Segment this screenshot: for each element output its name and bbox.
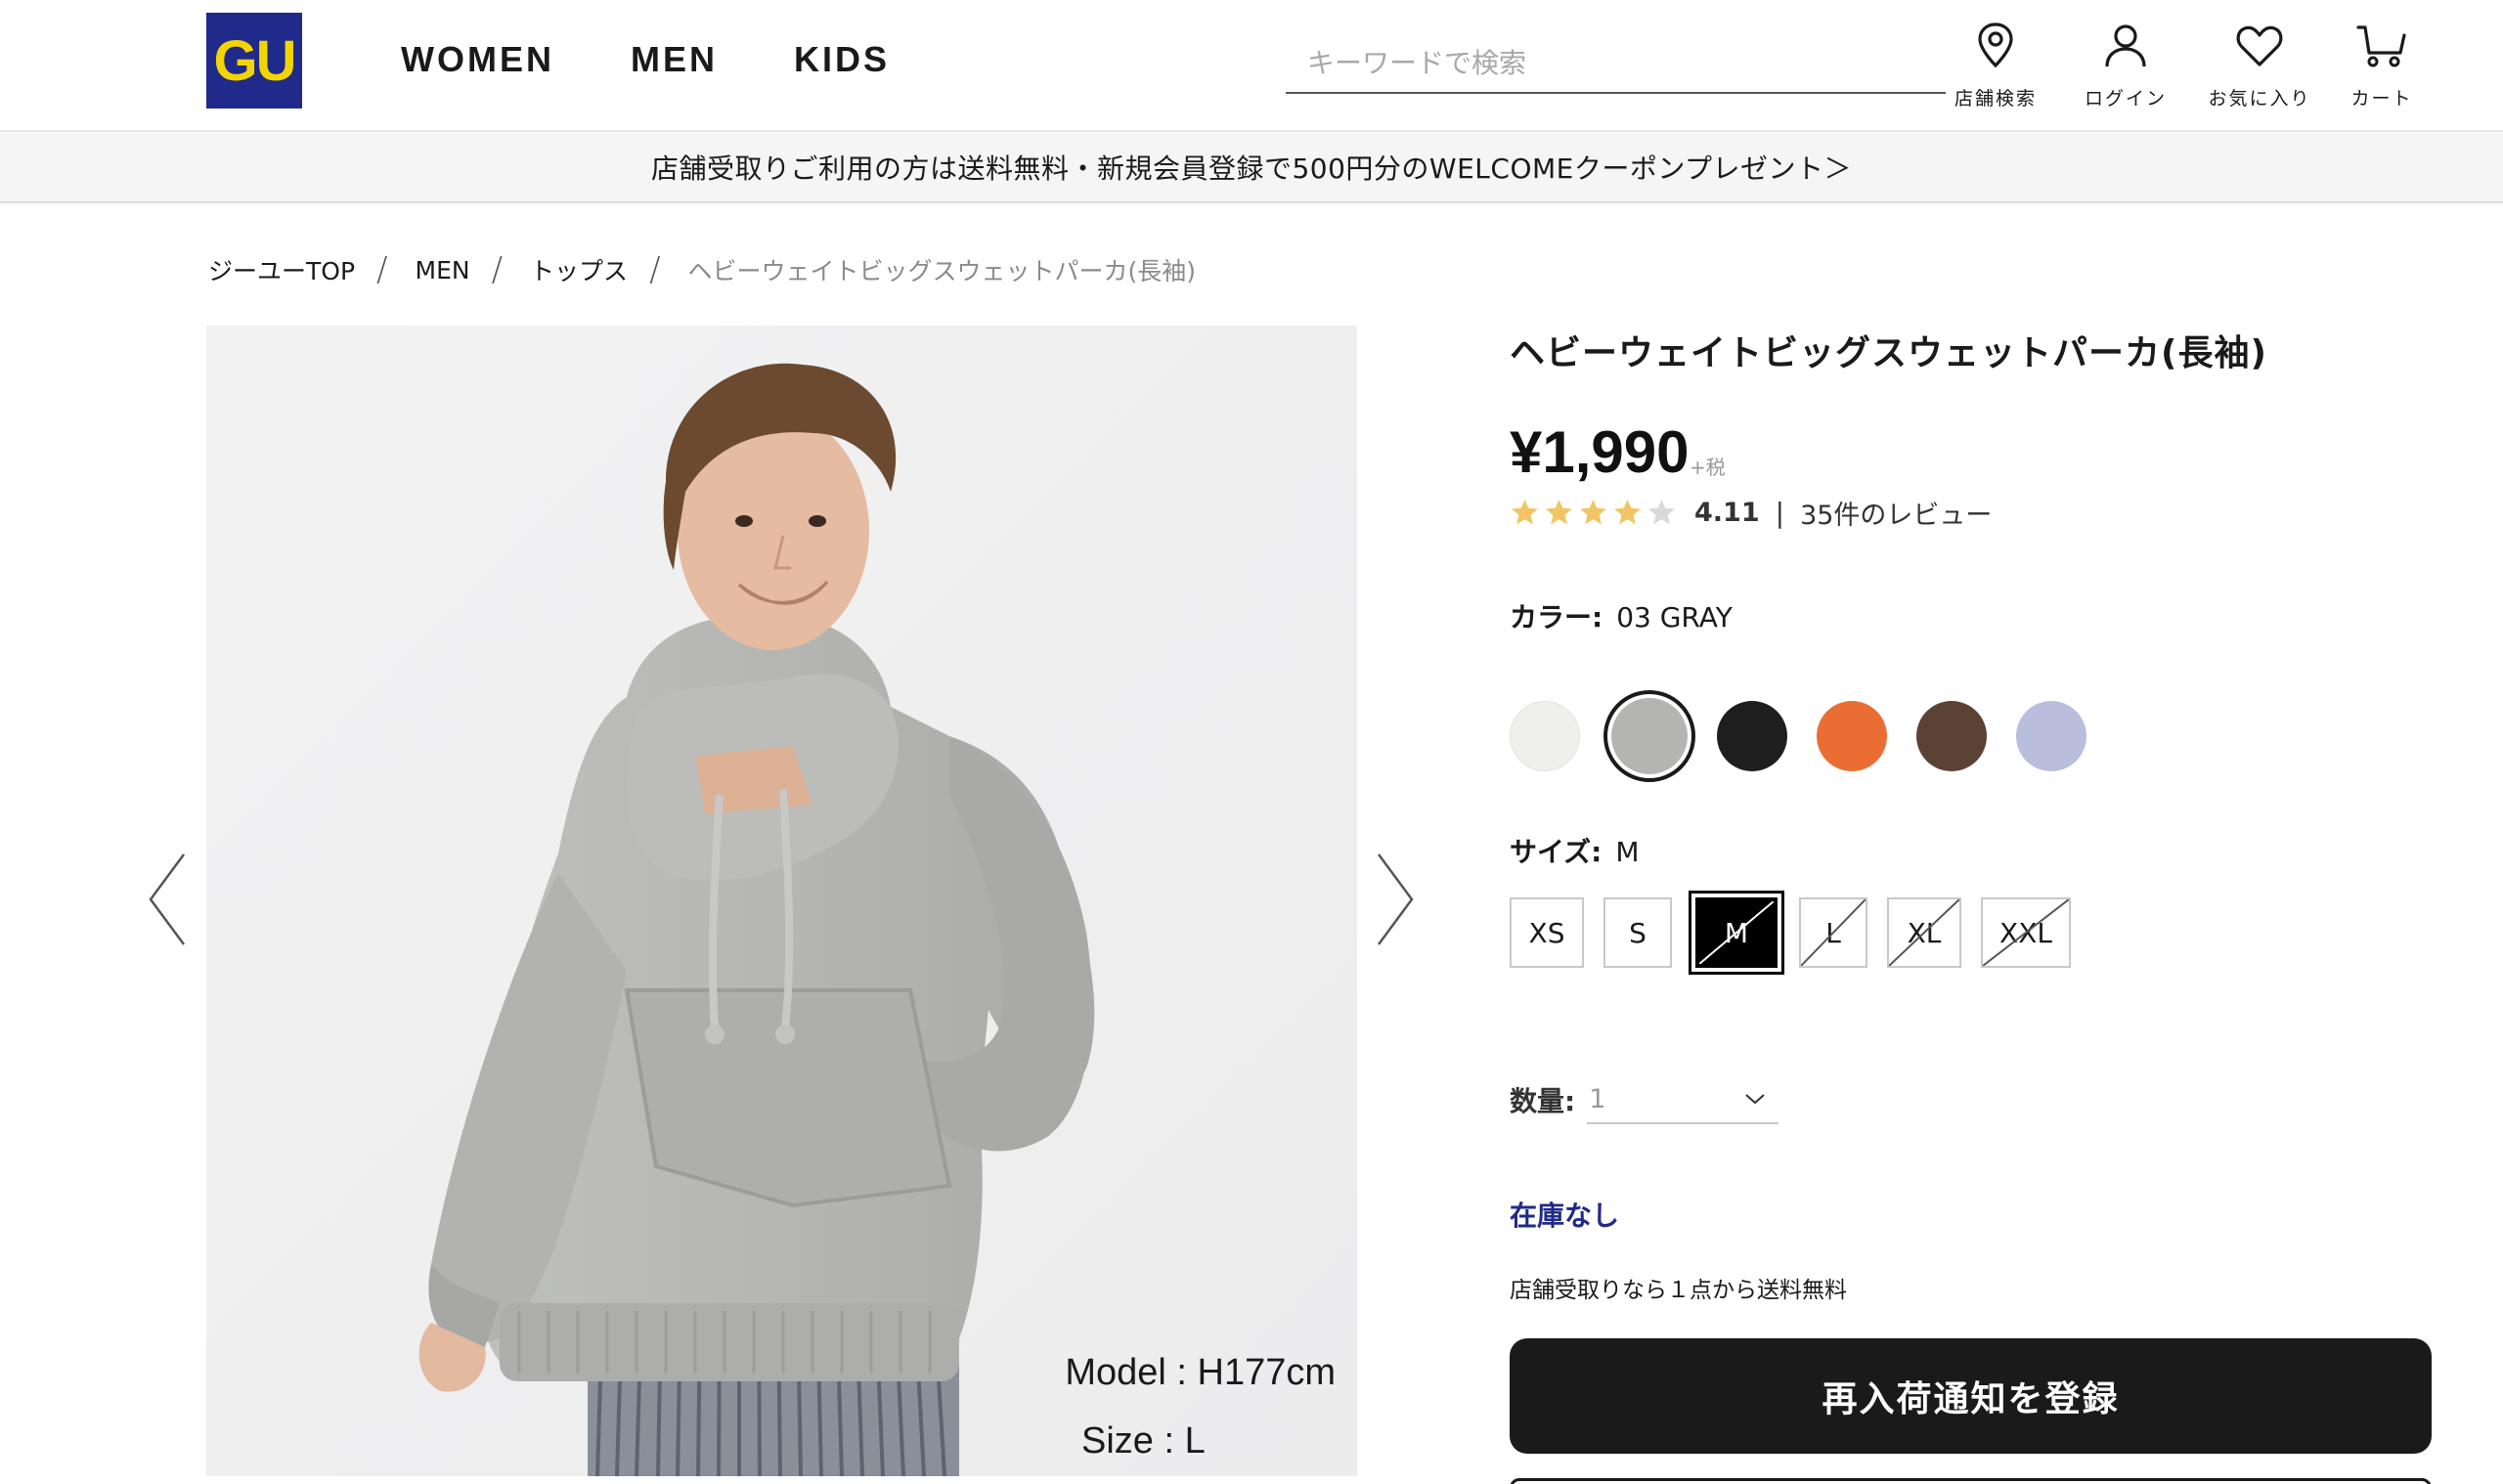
size-option-m[interactable]: M: [1689, 891, 1784, 975]
model-height-caption: Model : H177cm: [1065, 1352, 1336, 1393]
sold-out-strike-icon: [1801, 899, 1866, 966]
sold-out-strike-icon: [1699, 901, 1774, 964]
size-option-xl[interactable]: XL: [1887, 897, 1961, 968]
breadcrumb-current: ヘビーウェイトビッグスウェットパーカ(長袖): [687, 257, 1197, 285]
breadcrumb-men[interactable]: MEN: [416, 256, 470, 284]
user-icon: [2105, 24, 2146, 67]
search-bar: [1286, 37, 1946, 94]
quantity-value: 1: [1589, 1083, 1606, 1114]
color-swatch-off-white[interactable]: [1510, 701, 1580, 771]
breadcrumb-separator: /: [491, 250, 504, 289]
size-option-label: XS: [1528, 916, 1565, 949]
quantity-row: 数量: 1: [1510, 1075, 1779, 1124]
chevron-down-icon: [1745, 1094, 1765, 1105]
color-swatch-black[interactable]: [1717, 701, 1787, 771]
review-count-link[interactable]: 35件のレビュー: [1800, 494, 1992, 532]
size-value: M: [1615, 836, 1640, 868]
pickup-note: 店舗受取りなら１点から送料無料: [1510, 1278, 1847, 1303]
model-size-caption: Size : L: [1081, 1420, 1206, 1462]
size-option-l[interactable]: L: [1799, 897, 1867, 968]
quantity-label: 数量:: [1510, 1085, 1576, 1117]
cart-icon: [2356, 25, 2406, 67]
breadcrumb: ジーユーTOP / MEN / トップス / ヘビーウェイトビッグスウェットパー…: [208, 250, 1196, 289]
color-label-row: カラー: 03 GRAY: [1510, 596, 1733, 635]
store-search-label: 店舗検索: [1954, 88, 2037, 109]
heart-icon: [2236, 25, 2283, 66]
breadcrumb-tops[interactable]: トップス: [530, 252, 628, 287]
restock-notify-label: 再入荷通知を登録: [1822, 1379, 2120, 1419]
star-icon: [1648, 499, 1675, 525]
size-options: XS S ML XL XXL: [1510, 891, 2090, 975]
breadcrumb-separator: /: [376, 250, 388, 289]
size-option-xxl[interactable]: XXL: [1981, 897, 2071, 968]
size-option-xs[interactable]: XS: [1510, 897, 1584, 968]
nav-men[interactable]: MEN: [631, 39, 718, 80]
nav-women[interactable]: WOMEN: [401, 39, 554, 80]
color-label: カラー:: [1510, 601, 1603, 633]
size-option-label: S: [1629, 916, 1647, 949]
rating-stars: [1510, 498, 1677, 528]
site-header: GU WOMEN MEN KIDS 店舗検索 ログイン お気に入り カート: [0, 0, 2503, 132]
sold-out-strike-icon: [1889, 899, 1959, 966]
promo-banner-text: 店舗受取りご利用の方は送料無料・新規会員登録で500円分のWELCOMEクーポン…: [650, 153, 1853, 185]
login-label: ログイン: [2084, 88, 2167, 109]
size-option-s[interactable]: S: [1603, 897, 1672, 968]
color-swatch-gray[interactable]: [1603, 690, 1695, 782]
rating-value: 4.11: [1694, 498, 1760, 528]
color-swatch-brown[interactable]: [1916, 701, 1987, 771]
star-icon: [1512, 499, 1538, 525]
cart-button[interactable]: カート: [2343, 20, 2421, 110]
sold-out-strike-icon: [1983, 899, 2069, 966]
breadcrumb-separator: /: [649, 250, 661, 289]
quantity-select[interactable]: 1: [1587, 1075, 1779, 1124]
rating-separator: |: [1775, 497, 1785, 529]
gallery-prev-arrow[interactable]: [145, 851, 190, 948]
logo-text: GU: [213, 28, 297, 93]
login-button[interactable]: ログイン: [2079, 20, 2173, 110]
search-input[interactable]: [1286, 37, 1946, 88]
favorites-button[interactable]: お気に入り: [2204, 20, 2315, 110]
chevron-left-icon: [149, 853, 186, 945]
model-hoodie-illustration: [206, 326, 1357, 1476]
product-price: ¥1,990: [1510, 419, 1690, 485]
restock-notify-button[interactable]: 再入荷通知を登録: [1510, 1338, 2432, 1454]
store-search-button[interactable]: 店舗検索: [1952, 20, 2040, 110]
color-value: 03 GRAY: [1616, 601, 1733, 633]
color-swatch-light-blue[interactable]: [2016, 701, 2086, 771]
product-title: ヘビーウェイトビッグスウェットパーカ(長袖): [1510, 333, 2267, 373]
tax-note: +税: [1690, 456, 1726, 479]
product-image[interactable]: Model : H177cm Size : L: [206, 326, 1357, 1476]
color-swatch-orange[interactable]: [1817, 701, 1887, 771]
breadcrumb-top[interactable]: ジーユーTOP: [208, 252, 355, 287]
color-swatches: [1510, 690, 2116, 782]
rating-row: 4.11 | 35件のレビュー: [1510, 494, 1992, 532]
nav-kids[interactable]: KIDS: [794, 39, 890, 80]
star-icon: [1614, 499, 1641, 525]
location-pin-icon: [1978, 22, 2013, 68]
color-swatch-fill: [1611, 698, 1688, 774]
size-label-row: サイズ: M: [1510, 831, 1640, 870]
favorites-label: お気に入り: [2208, 88, 2311, 109]
size-label: サイズ:: [1510, 836, 1603, 868]
gu-logo[interactable]: GU: [206, 13, 302, 109]
gallery-next-arrow[interactable]: [1373, 851, 1418, 948]
star-icon: [1546, 499, 1572, 525]
chevron-right-icon: [1377, 853, 1414, 945]
star-icon: [1580, 499, 1606, 525]
promo-banner[interactable]: 店舗受取りご利用の方は送料無料・新規会員登録で500円分のWELCOMEクーポン…: [0, 133, 2503, 203]
secondary-button[interactable]: [1510, 1478, 2432, 1484]
stock-status: 在庫なし: [1510, 1200, 1620, 1232]
cart-label: カート: [2350, 88, 2413, 109]
